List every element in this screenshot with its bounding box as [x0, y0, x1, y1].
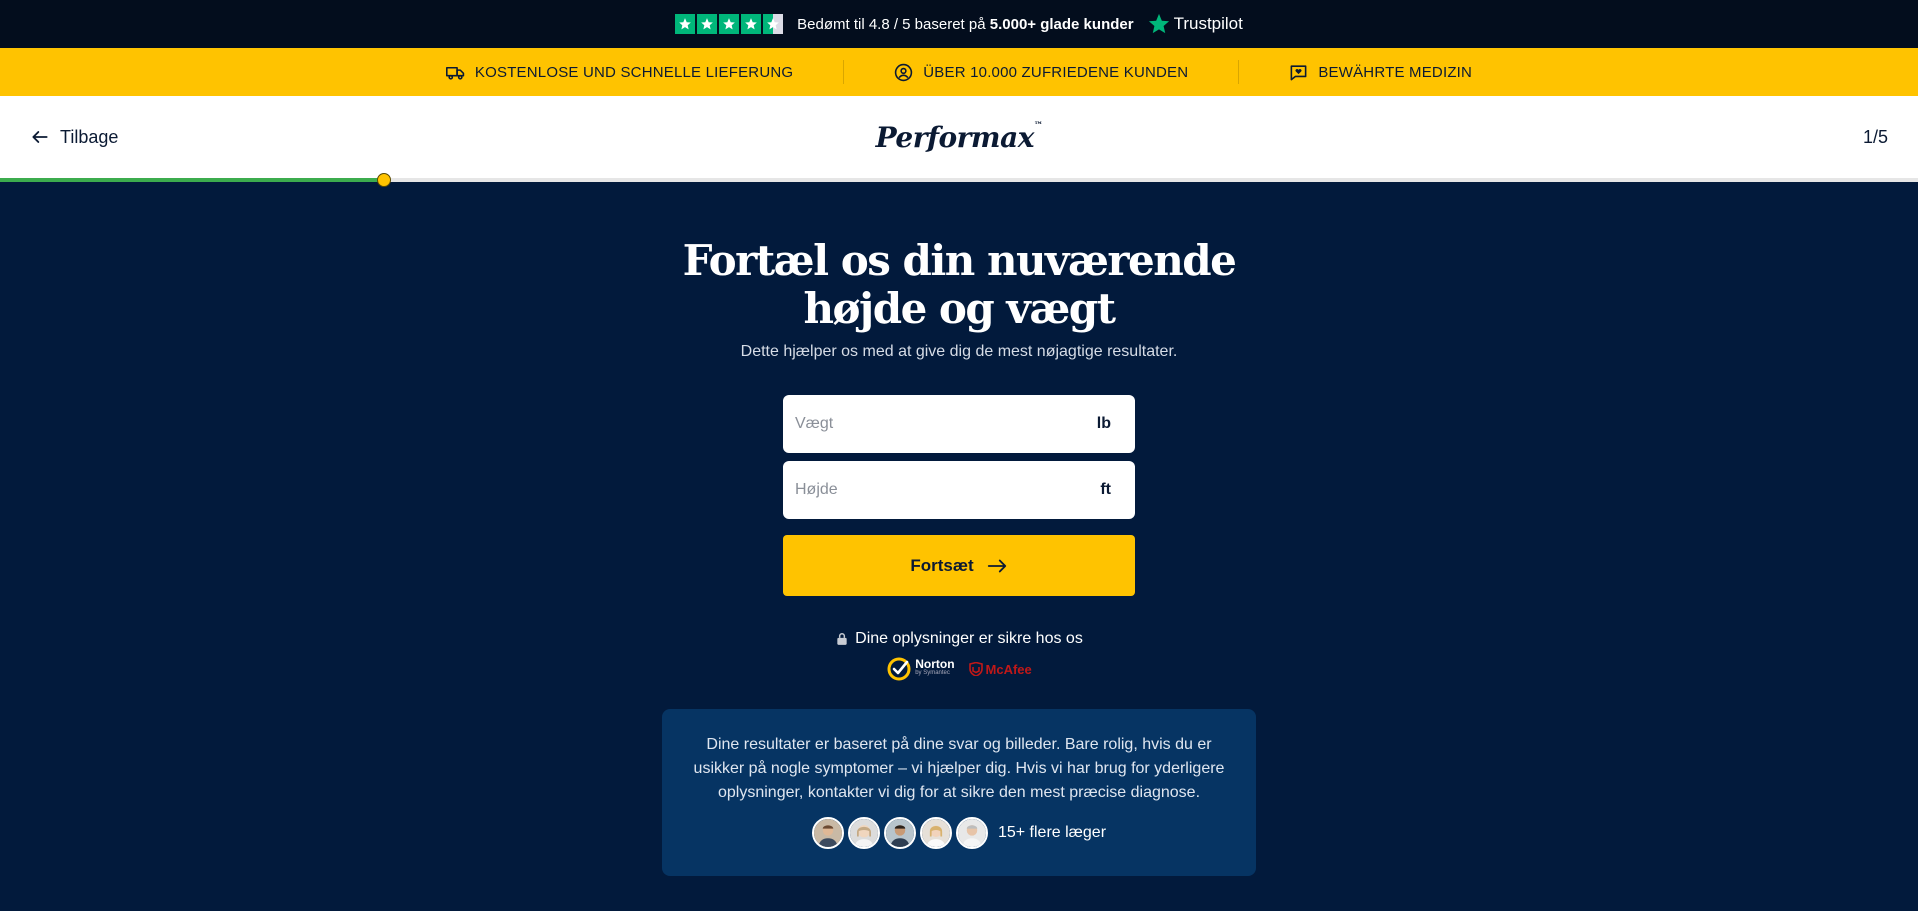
main-content: Fortæl os din nuværende højde og vægt De… [0, 182, 1918, 876]
security-badges: Norton by Symantec McAfee [886, 656, 1032, 682]
back-button[interactable]: Tilbage [30, 127, 118, 148]
trustpilot-star-icon [1148, 13, 1169, 34]
continue-label: Fortsæt [910, 555, 974, 575]
arrow-right-icon [987, 559, 1006, 572]
arrow-left-icon [32, 131, 48, 143]
truck-icon [445, 66, 465, 80]
doctor-avatar [919, 817, 952, 849]
weight-field[interactable]: lb [783, 395, 1135, 453]
star-icon [697, 14, 718, 34]
trustpilot-brand: Trustpilot [1173, 14, 1243, 33]
height-unit: ft [1100, 481, 1111, 498]
trademark-mark: ™ [1033, 120, 1043, 131]
progress-knob [376, 173, 391, 187]
logo-text: Performax [875, 120, 1035, 154]
doctor-avatar [883, 817, 916, 849]
doctor-avatar [847, 817, 880, 849]
rating-prefix: Bedømt til 4.8 / 5 baseret på [797, 15, 986, 33]
benefit-medicine: BEWÄHRTE MEDIZIN [1239, 63, 1522, 82]
doctors-count: 15+ flere læger [997, 824, 1107, 841]
benefit-medicine-label: BEWÄHRTE MEDIZIN [1318, 63, 1473, 81]
height-field[interactable]: ft [783, 461, 1135, 519]
weight-input[interactable] [795, 415, 1055, 433]
doctor-avatar [811, 817, 844, 849]
trustpilot-bar: Bedømt til 4.8 / 5 baseret på 5.000+ gla… [0, 0, 1918, 48]
norton-check-icon [887, 657, 911, 681]
benefit-delivery: KOSTENLOSE UND SCHNELLE LIEFERUNG [396, 63, 843, 82]
progress-bar [0, 173, 1918, 187]
norton-badge: Norton by Symantec [886, 656, 955, 682]
rating-stars [675, 14, 784, 34]
trustpilot-logo[interactable]: Trustpilot [1148, 13, 1243, 35]
user-circle-icon [895, 63, 913, 81]
step-counter: 1/5 [1862, 126, 1888, 147]
mcafee-label: McAfee [985, 661, 1032, 677]
rating-customers: 5.000+ glade kunder [989, 15, 1134, 33]
weight-unit: lb [1096, 415, 1111, 432]
info-text: Dine resultater er baseret på dine svar … [693, 736, 1225, 801]
star-icon [741, 14, 762, 34]
progress-fill [0, 178, 384, 182]
doctors-row: 15+ flere læger [692, 817, 1226, 849]
lock-icon [837, 633, 847, 645]
mcafee-badge: McAfee [968, 661, 1032, 677]
info-box: Dine resultater er baseret på dine svar … [662, 709, 1256, 876]
star-icon [719, 14, 740, 34]
benefit-delivery-label: KOSTENLOSE UND SCHNELLE LIEFERUNG [474, 63, 794, 81]
doctor-avatar [955, 817, 988, 849]
norton-sub-label: by Symantec [915, 670, 950, 676]
rating-text: Bedømt til 4.8 / 5 baseret på 5.000+ gla… [797, 16, 1133, 33]
benefit-customers: ÜBER 10.000 ZUFRIEDENE KUNDEN [844, 63, 1238, 82]
page-title: Fortæl os din nuværende højde og vægt [682, 236, 1237, 333]
continue-button[interactable]: Fortsæt [783, 535, 1135, 596]
security-text: Dine oplysninger er sikre hos os [855, 630, 1083, 647]
benefits-bar: KOSTENLOSE UND SCHNELLE LIEFERUNG ÜBER 1… [0, 48, 1918, 96]
page-subtitle: Dette hjælper os med at give dig de mest… [740, 343, 1178, 360]
mcafee-shield-icon [968, 662, 983, 676]
security-note: Dine oplysninger er sikre hos os [835, 630, 1083, 648]
back-label: Tilbage [60, 126, 119, 147]
heart-message-icon [1290, 64, 1307, 80]
star-icon [675, 14, 696, 34]
header: Tilbage Performax™ 1/5 [0, 96, 1918, 178]
brand-logo[interactable]: Performax™ [876, 121, 1043, 154]
norton-label: Norton [915, 657, 955, 671]
benefit-customers-label: ÜBER 10.000 ZUFRIEDENE KUNDEN [923, 63, 1189, 81]
half-star-icon [763, 14, 784, 34]
height-input[interactable] [795, 481, 1055, 499]
